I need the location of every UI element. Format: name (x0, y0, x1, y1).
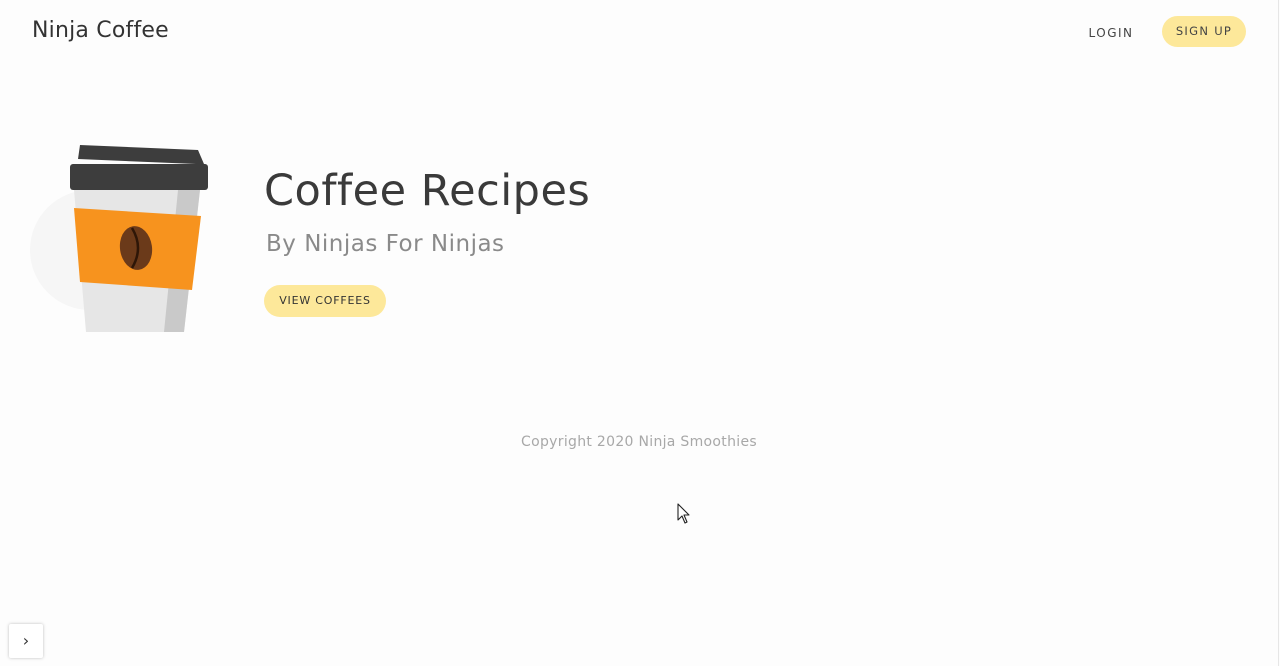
mouse-cursor-icon (677, 503, 690, 524)
hero-subtitle: By Ninjas For Ninjas (266, 231, 505, 257)
footer-copyright: Copyright 2020 Ninja Smoothies (521, 434, 757, 450)
sidebar-toggle-button[interactable]: › (9, 624, 43, 658)
hero-title: Coffee Recipes (264, 166, 591, 216)
view-coffees-button[interactable]: VIEW COFFEES (264, 285, 386, 317)
signup-button[interactable]: SIGN UP (1162, 16, 1246, 47)
page: Ninja Coffee LOGIN SIGN UP Coffee Recipe… (0, 0, 1280, 666)
brand-logo[interactable]: Ninja Coffee (32, 18, 169, 43)
login-link[interactable]: LOGIN (1080, 22, 1142, 44)
edge-divider (1278, 0, 1279, 666)
chevron-right-icon: › (22, 631, 30, 650)
coffee-cup-icon (30, 145, 208, 332)
